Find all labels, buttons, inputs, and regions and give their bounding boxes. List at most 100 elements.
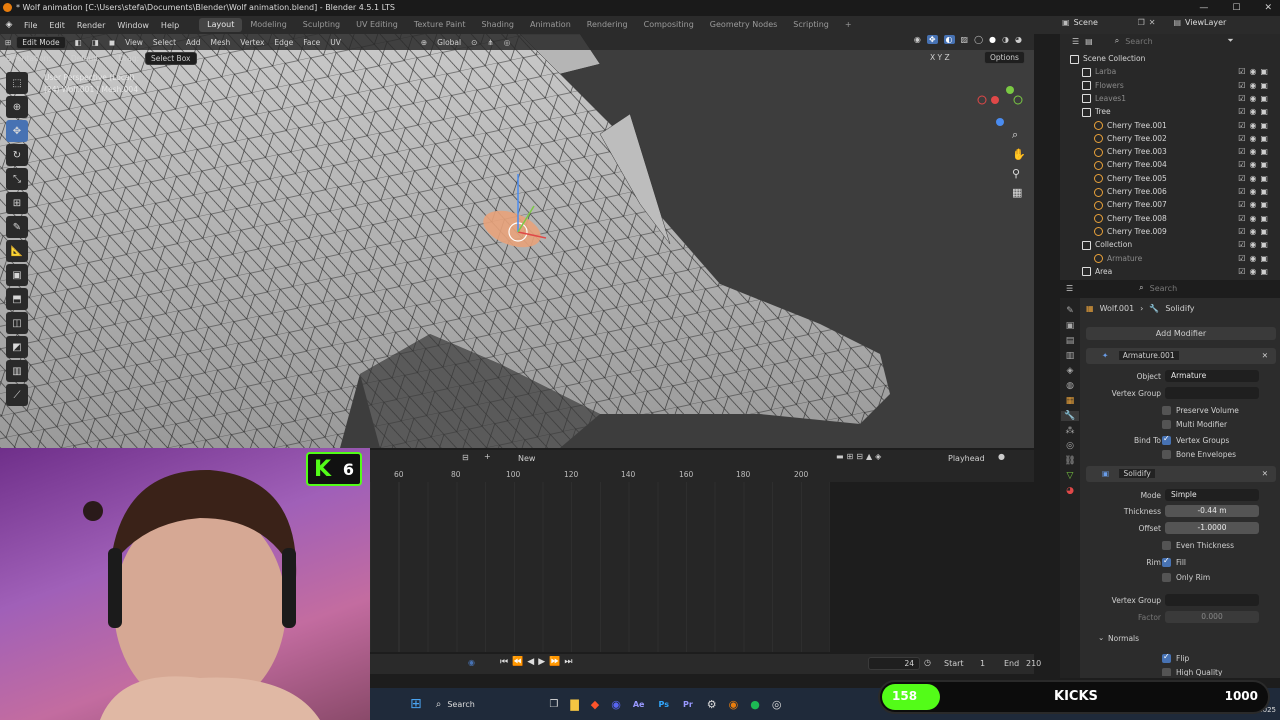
outliner-row[interactable]: Cherry Tree.001 ☑◉▣ [1060,119,1280,132]
visibility-toggle-icons[interactable]: ☑◉▣ [1238,265,1272,278]
props-search-input[interactable]: Search [1150,284,1177,293]
outliner-row[interactable]: Cherry Tree.004 ☑◉▣ [1060,158,1280,171]
visibility-toggle-icons[interactable]: ☑◉▣ [1238,65,1272,78]
even-thickness-checkbox[interactable] [1162,541,1171,550]
outliner-row[interactable]: Cherry Tree.006 ☑◉▣ [1060,185,1280,198]
face-select-icon[interactable]: ◼ [104,38,120,47]
3d-viewport[interactable] [0,34,1034,448]
taskbar-search-box[interactable]: Search [447,700,543,709]
tab-rendering[interactable]: Rendering [579,18,636,32]
current-frame-field[interactable]: 24 [868,657,920,670]
brave-browser-icon[interactable]: ◆ [591,698,599,711]
transform-orientation-selector[interactable]: Global [432,38,466,47]
timeline-keyframe-area[interactable] [370,482,830,652]
premiere-icon[interactable]: Pr [683,700,693,709]
tab-shading[interactable]: Shading [473,18,522,32]
thickness-field[interactable]: -0.44 m [1165,505,1259,517]
blender-menu-icon[interactable]: ◈ [0,20,18,30]
outliner-row[interactable]: Collection ☑◉▣ [1060,238,1280,251]
armature-modifier-name[interactable]: Armature.001 [1118,351,1179,360]
menu-edge[interactable]: Edge [269,38,298,47]
visibility-toggle-icons[interactable]: ☑◉▣ [1238,212,1272,225]
visibility-toggle-icons[interactable]: ☑◉▣ [1238,79,1272,92]
material-tab-icon[interactable]: ◕ [1066,486,1074,496]
tab-animation[interactable]: Animation [522,18,579,32]
visibility-toggle-icons[interactable]: ☑◉▣ [1238,119,1272,132]
tab-texture-paint[interactable]: Texture Paint [406,18,474,32]
outliner-editor-icon[interactable]: ☰ [1072,37,1079,46]
photoshop-icon[interactable]: Ps [658,700,668,709]
add-modifier-button[interactable]: Add Modifier [1086,327,1276,340]
new-scene-icon[interactable]: ❐ [1138,18,1145,27]
cursor-tool-icon[interactable]: ⊕ [6,96,28,118]
outliner-row[interactable]: Cherry Tree.002 ☑◉▣ [1060,132,1280,145]
obs-icon[interactable]: ◎ [772,698,782,711]
blender-taskbar-icon[interactable]: ◉ [729,698,739,711]
physics-tab-icon[interactable]: ◎ [1066,441,1074,451]
outliner-row[interactable]: Cherry Tree.007 ☑◉▣ [1060,198,1280,211]
menu-uv[interactable]: UV [325,38,346,47]
add-cube-tool-icon[interactable]: ▣ [6,264,28,286]
zoom-icon[interactable]: ⌕ [1012,128,1026,142]
display-mode-icon[interactable]: ▤ [1085,37,1093,46]
menu-view[interactable]: View [120,38,148,47]
end-frame-field[interactable]: 210 [1026,659,1056,668]
timeline-ruler[interactable]: 60 80 100 120 140 160 180 200 [370,466,1034,482]
xray-toggle-icon[interactable]: ▨ [961,35,969,44]
dopesheet-icon[interactable]: ⊟ [462,453,469,462]
output-tab-icon[interactable]: ▤ [1066,336,1075,346]
vertex-select-icon[interactable]: ◧ [70,38,87,47]
menu-window[interactable]: Window [111,21,155,30]
menu-add[interactable]: Add [181,38,206,47]
outliner-row[interactable]: Cherry Tree.009 ☑◉▣ [1060,225,1280,238]
proportional-edit-icon[interactable]: ◎ [499,38,516,47]
menu-render[interactable]: Render [71,21,111,30]
new-action-icon[interactable]: + [484,452,491,461]
editor-type-icon[interactable]: ⊞ [0,38,16,47]
data-tab-icon[interactable]: ▽ [1067,471,1074,481]
record-icon[interactable]: ● [998,452,1005,461]
outliner-row[interactable]: Leaves1 ☑◉▣ [1060,92,1280,105]
file-explorer-icon[interactable]: ▇ [570,698,578,711]
pan-hand-icon[interactable]: ✋ [1012,148,1026,161]
outliner-row[interactable]: Larba ☑◉▣ [1060,65,1280,78]
task-view-icon[interactable]: ❐ [549,699,558,710]
visibility-toggle-icons[interactable]: ☑◉▣ [1238,252,1272,265]
loop-cut-tool-icon[interactable]: ▥ [6,360,28,382]
constraints-tab-icon[interactable]: ⛓ [1064,456,1075,466]
options-dropdown[interactable]: Options [984,51,1025,64]
armature-vgroup-field[interactable] [1165,387,1259,399]
outliner-row[interactable]: Flowers ☑◉▣ [1060,79,1280,92]
visibility-toggle-icons[interactable]: ☑◉▣ [1238,92,1272,105]
mirror-axes[interactable]: X Y Z [930,53,950,62]
gizmo-toggle-icon[interactable]: ✥ [926,35,938,44]
particles-tab-icon[interactable]: ⁂ [1066,426,1075,436]
solidify-modifier-name[interactable]: Solidify [1119,469,1155,478]
normals-subpanel[interactable]: ⌄ Normals [1086,632,1276,646]
spotify-icon[interactable]: ● [750,698,760,711]
solidify-vgroup-field[interactable] [1165,594,1259,606]
flip-checkbox[interactable] [1162,652,1171,663]
render-tab-icon[interactable]: ▣ [1066,321,1075,331]
tab-uv-editing[interactable]: UV Editing [348,18,406,32]
solid-shading-icon[interactable]: ● [989,35,996,44]
visibility-toggle-icons[interactable]: ☑◉▣ [1238,172,1272,185]
after-effects-icon[interactable]: Ae [633,700,645,709]
view-layer-selector[interactable]: ViewLayer [1185,18,1235,27]
props-editor-icon[interactable]: ☰ [1066,284,1073,293]
tab-scripting[interactable]: Scripting [785,18,837,32]
view-layer-tab-icon[interactable]: ▥ [1066,351,1075,361]
pivot-icon[interactable]: ⊙ [466,38,482,47]
close-window-button[interactable]: ✕ [1264,0,1272,16]
outliner-row[interactable]: Cherry Tree.005 ☑◉▣ [1060,172,1280,185]
playhead-dropdown[interactable]: Playhead [948,454,985,463]
outliner-search-input[interactable]: Search [1125,37,1215,46]
high-quality-checkbox[interactable] [1162,668,1171,676]
delete-scene-icon[interactable]: ✕ [1149,18,1156,27]
visibility-toggle-icons[interactable]: ☑◉▣ [1238,105,1272,118]
scene-selector[interactable]: Scene [1074,18,1134,27]
add-workspace-icon[interactable]: + [837,18,860,32]
mode-selector[interactable]: Edit Mode [16,35,66,49]
tab-layout[interactable]: Layout [199,18,243,32]
outliner-filter-icon[interactable]: ⏷ [1227,36,1233,46]
